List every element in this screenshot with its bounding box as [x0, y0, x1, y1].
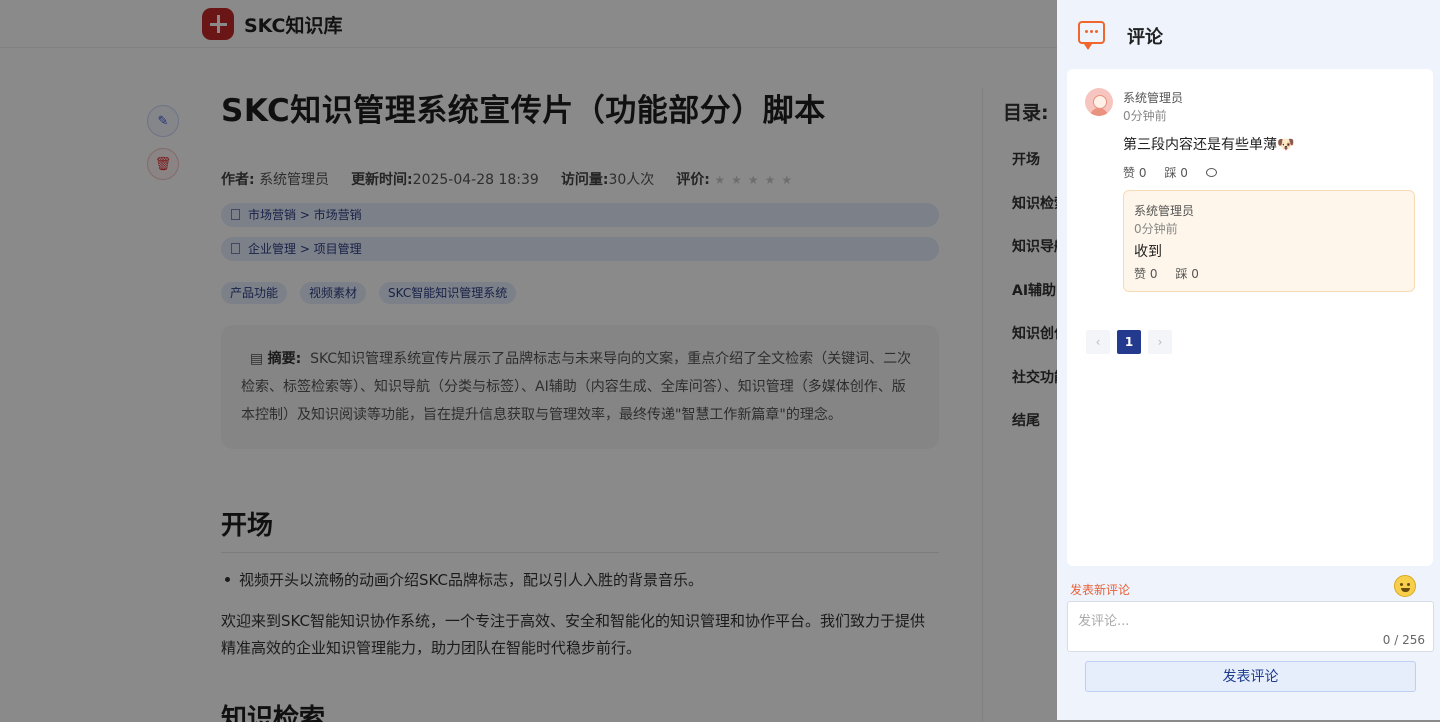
char-counter: 0 / 256: [1382, 633, 1425, 647]
avatar: [1085, 88, 1113, 116]
comment-placeholder: 发评论...: [1078, 614, 1130, 629]
comment-input[interactable]: 发评论... 0 / 256: [1067, 601, 1434, 652]
reply-dislike-button[interactable]: 踩 0: [1175, 265, 1198, 282]
reply-icon[interactable]: [1205, 168, 1217, 177]
emoji-icon[interactable]: [1394, 575, 1416, 597]
comment-author: 系统管理员: [1123, 91, 1184, 105]
comment-drawer: 评论 系统管理员 0分钟前 第三段内容还是有些单薄🐶 赞 0 踩 0 系统管理员…: [1057, 0, 1440, 720]
new-comment-label: 发表新评论: [1070, 583, 1131, 597]
dislike-button[interactable]: 踩 0: [1164, 164, 1187, 181]
reply-author: 系统管理员: [1134, 204, 1195, 218]
reply-item: 系统管理员 0分钟前 收到 赞 0 踩 0: [1123, 190, 1415, 292]
submit-comment-button[interactable]: 发表评论: [1085, 661, 1416, 692]
reply-actions: 赞 0 踩 0: [1134, 265, 1217, 282]
page-number[interactable]: 1: [1117, 330, 1141, 354]
like-button[interactable]: 赞 0: [1123, 164, 1146, 181]
comment-text: 第三段内容还是有些单薄🐶: [1123, 137, 1295, 153]
reply-time: 0分钟前: [1134, 222, 1178, 236]
comment-list: 系统管理员 0分钟前 第三段内容还是有些单薄🐶 赞 0 踩 0 系统管理员 0分…: [1067, 69, 1433, 566]
comment-actions: 赞 0 踩 0: [1123, 164, 1217, 181]
prev-page-button[interactable]: ‹: [1086, 330, 1110, 354]
pagination: ‹ 1 ›: [1086, 330, 1179, 354]
comment-icon: [1078, 21, 1105, 50]
comment-time: 0分钟前: [1123, 109, 1167, 123]
drawer-header: 评论: [1057, 0, 1440, 68]
next-page-button[interactable]: ›: [1148, 330, 1172, 354]
reply-text: 收到: [1134, 244, 1162, 260]
reply-like-button[interactable]: 赞 0: [1134, 265, 1157, 282]
drawer-title: 评论: [1127, 27, 1163, 48]
